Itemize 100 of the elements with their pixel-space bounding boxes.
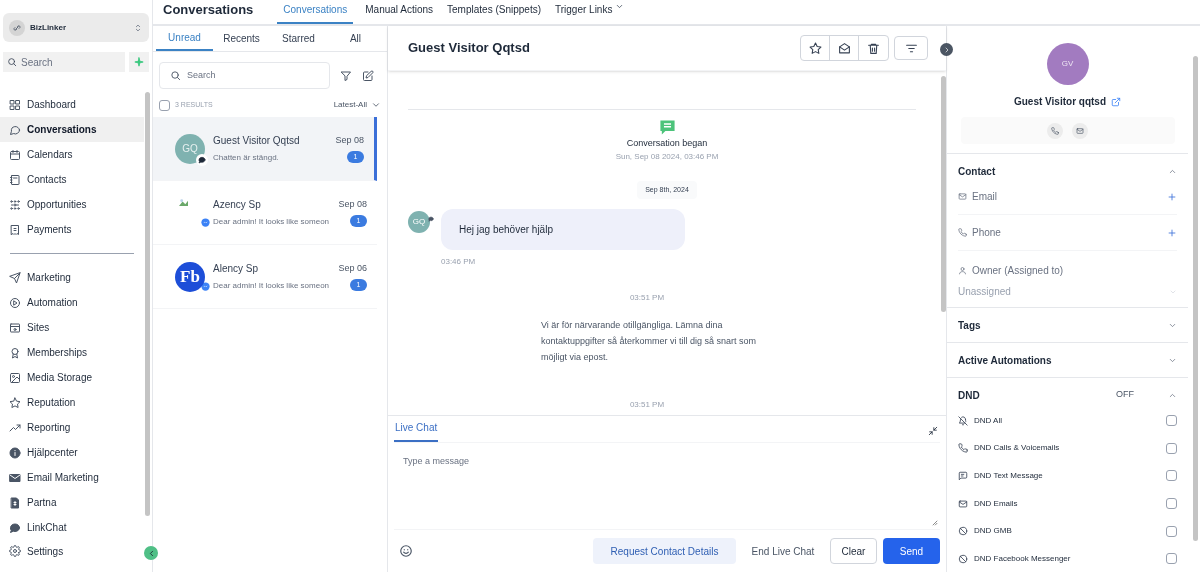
nav-item[interactable]: Reputation — [0, 390, 144, 415]
automatic-message: Vi är för närvarande otillgängliga. Lämna dina kontaktuppgifter så återkommer vi till dig så snart som möjligt via epost. — [541, 319, 758, 364]
sort-dropdown[interactable]: Latest-All — [333, 99, 381, 111]
add-button[interactable] — [1167, 227, 1177, 238]
external-link-icon — [1111, 96, 1122, 107]
message-icon — [958, 471, 968, 481]
checkbox[interactable] — [1166, 415, 1177, 427]
header-tab[interactable]: Trigger Links — [553, 0, 627, 24]
section-header[interactable]: DND OFF — [958, 378, 1177, 412]
contact-name: Guest Visitor qqtsd — [1013, 95, 1107, 109]
paper-plane-icon — [9, 271, 21, 284]
add-button[interactable] — [1167, 191, 1177, 202]
message-preview: Dear admin! It looks like someon — [213, 216, 330, 228]
composer-tab[interactable]: Live Chat — [394, 420, 439, 442]
chat-bubble-icon — [9, 123, 21, 136]
calendar-icon — [9, 148, 21, 161]
nav-item[interactable]: Automation — [0, 290, 144, 315]
nav-item[interactable]: Email Marketing — [0, 465, 144, 490]
quick-action-button[interactable] — [129, 52, 149, 72]
nav-item[interactable]: Calendars — [0, 142, 144, 167]
smiley-icon — [399, 544, 413, 558]
filter-icon — [340, 69, 352, 82]
call-button[interactable] — [1047, 122, 1063, 139]
open-contact-link[interactable] — [1111, 96, 1122, 107]
option-label: DND Facebook Messenger — [974, 552, 1071, 565]
chevron-up-down-icon — [133, 22, 143, 33]
nav-item[interactable]: Contacts — [0, 167, 144, 192]
scrollbar[interactable] — [145, 92, 150, 516]
option-label: DND GMB — [974, 525, 1012, 538]
play-circle-icon — [9, 296, 21, 309]
option-label: DND All — [974, 414, 1002, 427]
emoji-button[interactable] — [399, 544, 413, 558]
message-input[interactable]: Type a message — [394, 443, 940, 530]
open-envelope-icon — [837, 41, 851, 55]
collapse-sidebar-button[interactable] — [144, 546, 158, 560]
gear-icon — [9, 545, 21, 557]
clear-button[interactable]: Clear — [830, 538, 877, 564]
filter-button[interactable] — [894, 36, 928, 60]
nav-item[interactable]: Hjälpcenter — [0, 440, 144, 465]
nav-item[interactable]: Payments — [0, 217, 144, 242]
chevron-down-icon — [371, 100, 381, 110]
checkbox[interactable] — [1166, 470, 1177, 482]
checkbox[interactable] — [1166, 442, 1177, 454]
checkbox[interactable] — [1166, 553, 1177, 565]
phone-icon — [958, 228, 967, 237]
field-label: Owner (Assigned to) — [972, 264, 1064, 278]
grid-icon — [9, 98, 21, 111]
checkbox[interactable] — [1166, 498, 1177, 510]
conversation-began-time: Sun, Sep 08 2024, 03:46 PM — [615, 150, 719, 163]
nav-item[interactable]: Sites — [0, 315, 144, 340]
conversation-date: Sep 06 — [338, 261, 367, 275]
avatar: Fb — [175, 261, 205, 292]
filter-tab[interactable]: Recents — [213, 26, 270, 51]
select-all-checkbox[interactable] — [159, 99, 170, 111]
workspace-switcher[interactable]: BizLinker — [3, 13, 149, 42]
compose-button[interactable] — [362, 69, 374, 82]
info-icon — [9, 446, 21, 459]
scrollbar[interactable] — [1193, 56, 1198, 541]
filter-tab[interactable]: Unread — [156, 26, 213, 51]
header-tab[interactable]: Manual Actions — [363, 0, 436, 24]
nav-item[interactable]: Settings — [0, 540, 74, 562]
message-bubble: Hej jag behöver hjälp — [441, 209, 685, 250]
filter-button[interactable] — [340, 69, 352, 82]
section-header[interactable]: Contact — [958, 154, 1177, 188]
header-tab[interactable]: Conversations — [277, 0, 354, 24]
filter-tab[interactable]: All — [327, 26, 384, 51]
expand-panel-button[interactable] — [940, 43, 953, 56]
search-icon — [170, 70, 181, 81]
blocked-icon — [958, 526, 968, 537]
section-header[interactable]: Tags — [958, 308, 1177, 342]
nav-item[interactable]: Conversations — [0, 117, 144, 142]
nav-item[interactable]: LinkChat — [0, 515, 144, 540]
conversation-began-title: Conversation began — [626, 137, 708, 150]
nav-item[interactable]: Partna — [0, 490, 144, 515]
checkbox[interactable] — [1166, 525, 1177, 537]
nav-item[interactable]: Marketing — [0, 265, 144, 290]
plus-icon — [1167, 191, 1177, 202]
chevron-down-icon — [615, 2, 625, 11]
nav-item[interactable]: Reporting — [0, 415, 144, 440]
phone-icon — [958, 443, 968, 454]
image-icon — [9, 371, 21, 384]
section-header[interactable]: Active Automations — [958, 343, 1177, 377]
collapse-button[interactable] — [928, 426, 938, 436]
header-tab[interactable]: Templates (Snippets) — [445, 0, 543, 24]
star-icon — [9, 396, 21, 409]
search-field[interactable]: Search — [159, 62, 330, 89]
search-field[interactable]: Search — [3, 52, 125, 72]
message-preview: Chatten är stängd. — [213, 152, 279, 164]
nav-item[interactable]: Media Storage — [0, 365, 144, 390]
email-button[interactable] — [1072, 122, 1088, 139]
envelope-icon — [958, 192, 967, 201]
nav-item[interactable]: Memberships — [0, 340, 144, 365]
send-button[interactable]: Send — [883, 538, 940, 564]
option-label: DND Calls & Voicemails — [974, 442, 1060, 455]
resize-handle-icon — [932, 520, 938, 526]
scrollbar[interactable] — [941, 76, 946, 312]
request-details-button[interactable]: Request Contact Details — [593, 538, 736, 564]
nav-item[interactable]: Dashboard — [0, 92, 144, 117]
filter-tab[interactable]: Starred — [270, 26, 327, 51]
nav-item[interactable]: Opportunities — [0, 192, 144, 217]
